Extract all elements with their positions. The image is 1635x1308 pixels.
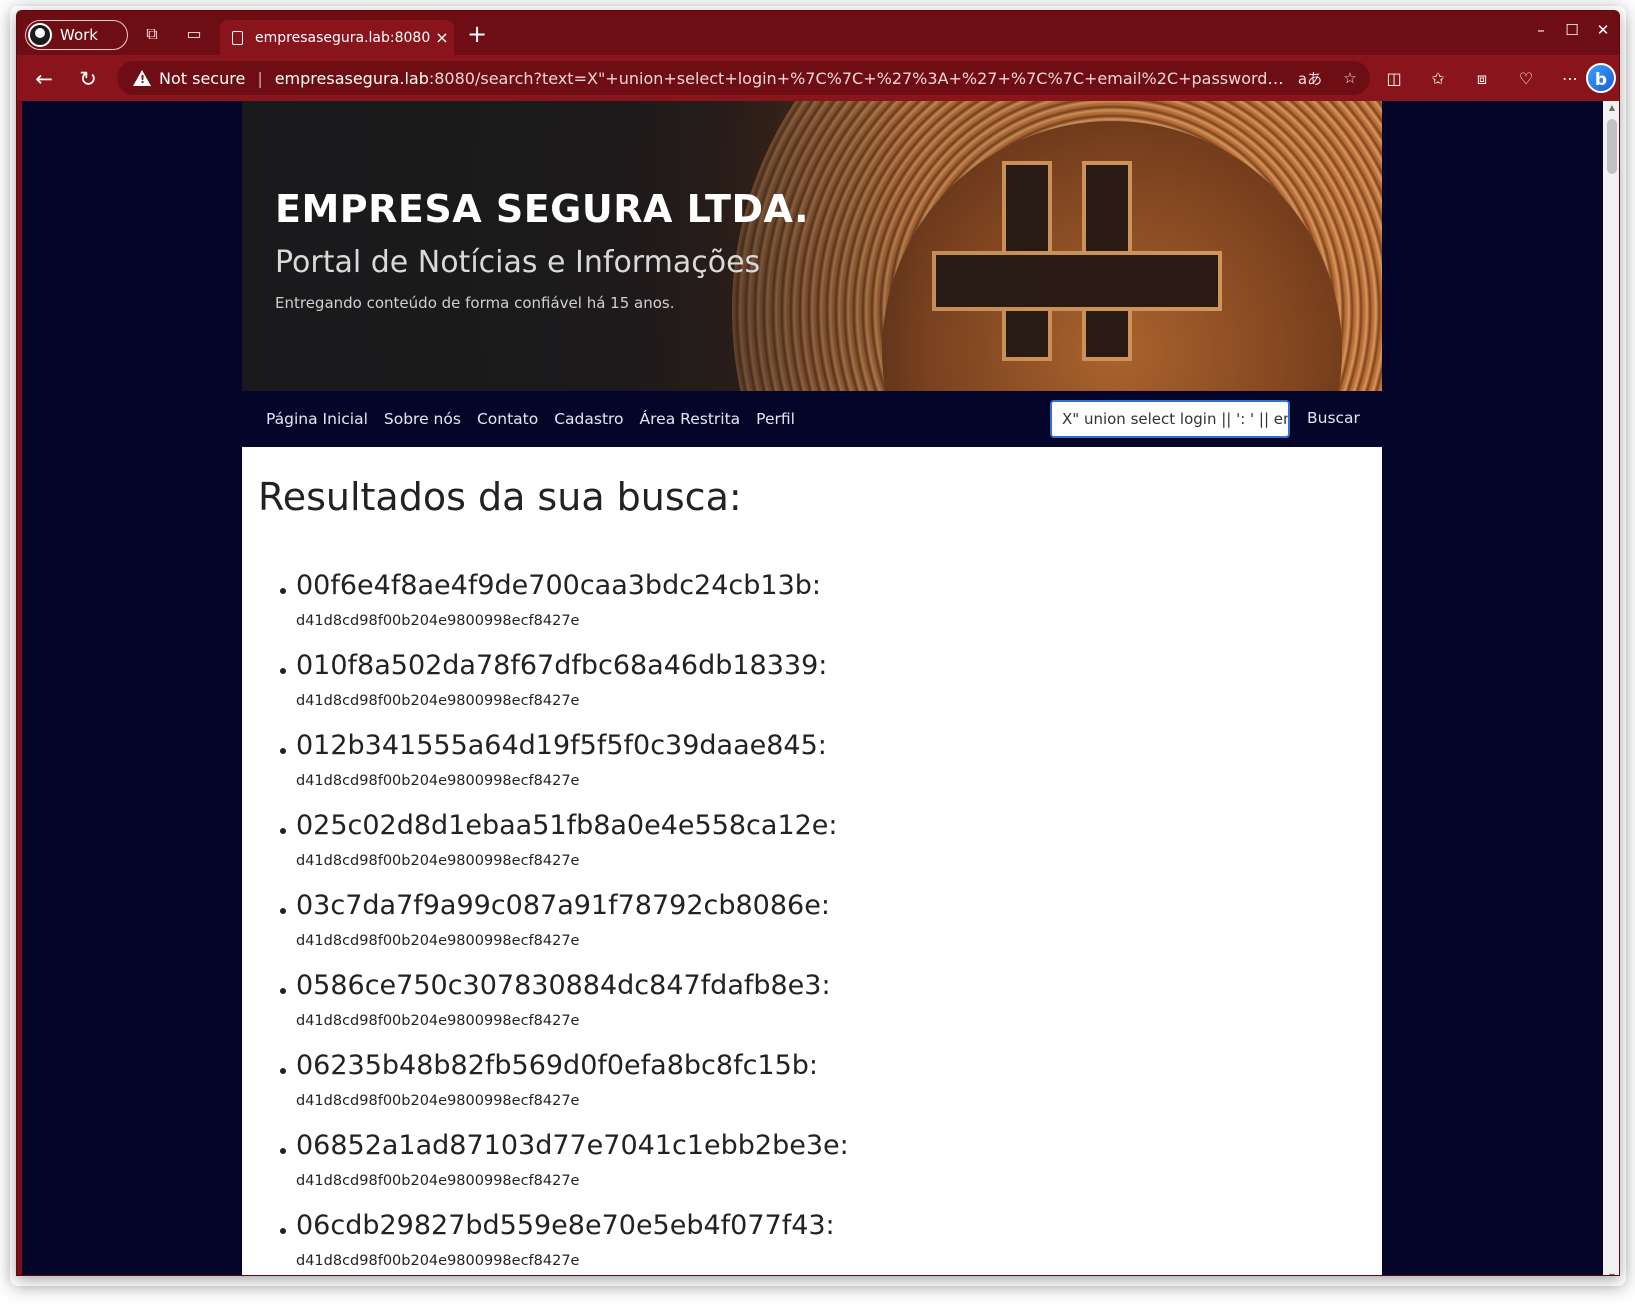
result-hash: d41d8cd98f00b204e9800998ecf8427e bbox=[296, 853, 580, 869]
minimize-button[interactable]: – bbox=[1526, 21, 1556, 39]
security-label[interactable]: Not secure bbox=[159, 69, 245, 88]
nav-restricted-area[interactable]: Área Restrita bbox=[640, 410, 741, 428]
avatar-icon bbox=[28, 23, 52, 47]
list-item: 012b341555a64d19f5f5f0c39daae845: d41d8cd… bbox=[280, 729, 1366, 790]
site-tagline: Entregando conteúdo de forma confiável h… bbox=[275, 294, 675, 312]
site-subtitle: Portal de Notícias e Informações bbox=[275, 245, 761, 280]
list-item: 06235b48b82fb569d0f0efa8bc8fc15b: d41d8cd… bbox=[280, 1049, 1366, 1110]
address-bar[interactable]: Not secure | empresasegura.lab:8080/sear… bbox=[117, 61, 1370, 95]
result-login: 010f8a502da78f67dfbc68a46db18339: bbox=[296, 650, 828, 681]
profile-label: Work bbox=[60, 26, 98, 44]
divider: | bbox=[257, 68, 263, 88]
reload-icon[interactable]: ↻ bbox=[75, 66, 101, 92]
results-heading: Resultados da sua busca: bbox=[258, 475, 742, 519]
result-hash: d41d8cd98f00b204e9800998ecf8427e bbox=[296, 1173, 580, 1189]
result-hash: d41d8cd98f00b204e9800998ecf8427e bbox=[296, 1013, 580, 1029]
page-icon bbox=[232, 30, 243, 45]
result-hash: d41d8cd98f00b204e9800998ecf8427e bbox=[296, 1093, 580, 1109]
collections-icon[interactable]: ⧈ bbox=[1470, 67, 1494, 91]
translate-icon[interactable]: aあ bbox=[1290, 68, 1330, 89]
site-navbar: Página Inicial Sobre nós Contato Cadastr… bbox=[242, 391, 1382, 447]
browser-essentials-icon[interactable]: ♡ bbox=[1514, 67, 1538, 91]
main-content: Resultados da sua busca: 00f6e4f8ae4f9de… bbox=[242, 447, 1382, 1275]
list-item: 06cdb29827bd559e8e70e5eb4f077f43: d41d8cd… bbox=[280, 1209, 1366, 1270]
nav-contact[interactable]: Contato bbox=[477, 410, 538, 428]
split-screen-icon[interactable]: ◫ bbox=[1382, 67, 1406, 91]
result-login: 025c02d8d1ebaa51fb8a0e4e558ca12e: bbox=[296, 810, 838, 841]
vertical-scrollbar[interactable]: ▲ ▼ bbox=[1603, 101, 1619, 1275]
tab-active[interactable]: empresasegura.lab:8080/ × bbox=[220, 20, 454, 55]
close-window-button[interactable]: ✕ bbox=[1588, 21, 1618, 39]
browser-window: Work ⧉ ▭ empresasegura.lab:8080/ × + – ☐… bbox=[16, 10, 1620, 1276]
results-list: 00f6e4f8ae4f9de700caa3bdc24cb13b: d41d8cd… bbox=[258, 569, 1366, 1270]
result-login: 0586ce750c307830884dc847fdafb8e3: bbox=[296, 970, 831, 1001]
list-item: 00f6e4f8ae4f9de700caa3bdc24cb13b: d41d8cd… bbox=[280, 569, 1366, 630]
back-arrow-icon[interactable]: ← bbox=[31, 66, 57, 92]
result-login: 03c7da7f9a99c087a91f78792cb8086e: bbox=[296, 890, 830, 921]
result-login: 06852a1ad87103d77e7041c1ebb2be3e: bbox=[296, 1130, 849, 1161]
tab-strip: Work ⧉ ▭ empresasegura.lab:8080/ × + – ☐… bbox=[17, 11, 1619, 55]
new-tab-button[interactable]: + bbox=[464, 21, 490, 47]
warning-icon bbox=[133, 70, 151, 86]
page-container: EMPRESA SEGURA LTDA. Portal de Notícias … bbox=[242, 101, 1382, 1275]
favorite-star-icon[interactable]: ☆ bbox=[1330, 69, 1370, 87]
workspaces-icon[interactable]: ⧉ bbox=[141, 23, 163, 45]
list-item: 03c7da7f9a99c087a91f78792cb8086e: d41d8cd… bbox=[280, 889, 1366, 950]
result-hash: d41d8cd98f00b204e9800998ecf8427e bbox=[296, 613, 580, 629]
scroll-up-icon[interactable]: ▲ bbox=[1607, 103, 1617, 113]
result-hash: d41d8cd98f00b204e9800998ecf8427e bbox=[296, 773, 580, 789]
tab-title: empresasegura.lab:8080/ bbox=[255, 29, 430, 46]
profile-button[interactable]: Work bbox=[25, 20, 128, 50]
hero-text: EMPRESA SEGURA LTDA. Portal de Notícias … bbox=[275, 187, 809, 312]
result-hash: d41d8cd98f00b204e9800998ecf8427e bbox=[296, 933, 580, 949]
scroll-down-icon[interactable]: ▼ bbox=[1607, 1272, 1617, 1275]
result-login: 00f6e4f8ae4f9de700caa3bdc24cb13b: bbox=[296, 570, 821, 601]
browser-toolbar: ← ↻ Not secure | empresasegura.lab:8080/… bbox=[17, 55, 1619, 101]
list-item: 06852a1ad87103d77e7041c1ebb2be3e: d41d8cd… bbox=[280, 1129, 1366, 1190]
hero-banner: EMPRESA SEGURA LTDA. Portal de Notícias … bbox=[242, 101, 1382, 391]
result-login: 06cdb29827bd559e8e70e5eb4f077f43: bbox=[296, 1210, 835, 1241]
copilot-icon[interactable]: b bbox=[1586, 63, 1616, 93]
page-viewport: EMPRESA SEGURA LTDA. Portal de Notícias … bbox=[22, 101, 1608, 1275]
nav-profile[interactable]: Perfil bbox=[756, 410, 795, 428]
nav-register[interactable]: Cadastro bbox=[554, 410, 623, 428]
nav-about[interactable]: Sobre nós bbox=[384, 410, 461, 428]
url-text[interactable]: empresasegura.lab:8080/search?text=X"+un… bbox=[275, 69, 1290, 88]
nav-home[interactable]: Página Inicial bbox=[266, 410, 368, 428]
search-input[interactable]: X" union select login || ': ' || em bbox=[1050, 400, 1290, 438]
list-item: 025c02d8d1ebaa51fb8a0e4e558ca12e: d41d8cd… bbox=[280, 809, 1366, 870]
result-login: 012b341555a64d19f5f5f0c39daae845: bbox=[296, 730, 827, 761]
nav-links: Página Inicial Sobre nós Contato Cadastr… bbox=[266, 410, 811, 428]
more-menu-icon[interactable]: ⋯ bbox=[1558, 67, 1582, 91]
tab-actions-icon[interactable]: ▭ bbox=[183, 23, 205, 45]
site-title: EMPRESA SEGURA LTDA. bbox=[275, 187, 810, 231]
list-item: 010f8a502da78f67dfbc68a46db18339: d41d8cd… bbox=[280, 649, 1366, 710]
list-item: 0586ce750c307830884dc847fdafb8e3: d41d8cd… bbox=[280, 969, 1366, 1030]
maximize-button[interactable]: ☐ bbox=[1557, 21, 1587, 39]
result-login: 06235b48b82fb569d0f0efa8bc8fc15b: bbox=[296, 1050, 819, 1081]
result-hash: d41d8cd98f00b204e9800998ecf8427e bbox=[296, 1253, 580, 1269]
favorites-icon[interactable]: ✩ bbox=[1426, 67, 1450, 91]
search-button[interactable]: Buscar bbox=[1307, 409, 1360, 427]
tab-close-icon[interactable]: × bbox=[430, 28, 454, 47]
scroll-thumb[interactable] bbox=[1607, 119, 1617, 174]
result-hash: d41d8cd98f00b204e9800998ecf8427e bbox=[296, 693, 580, 709]
